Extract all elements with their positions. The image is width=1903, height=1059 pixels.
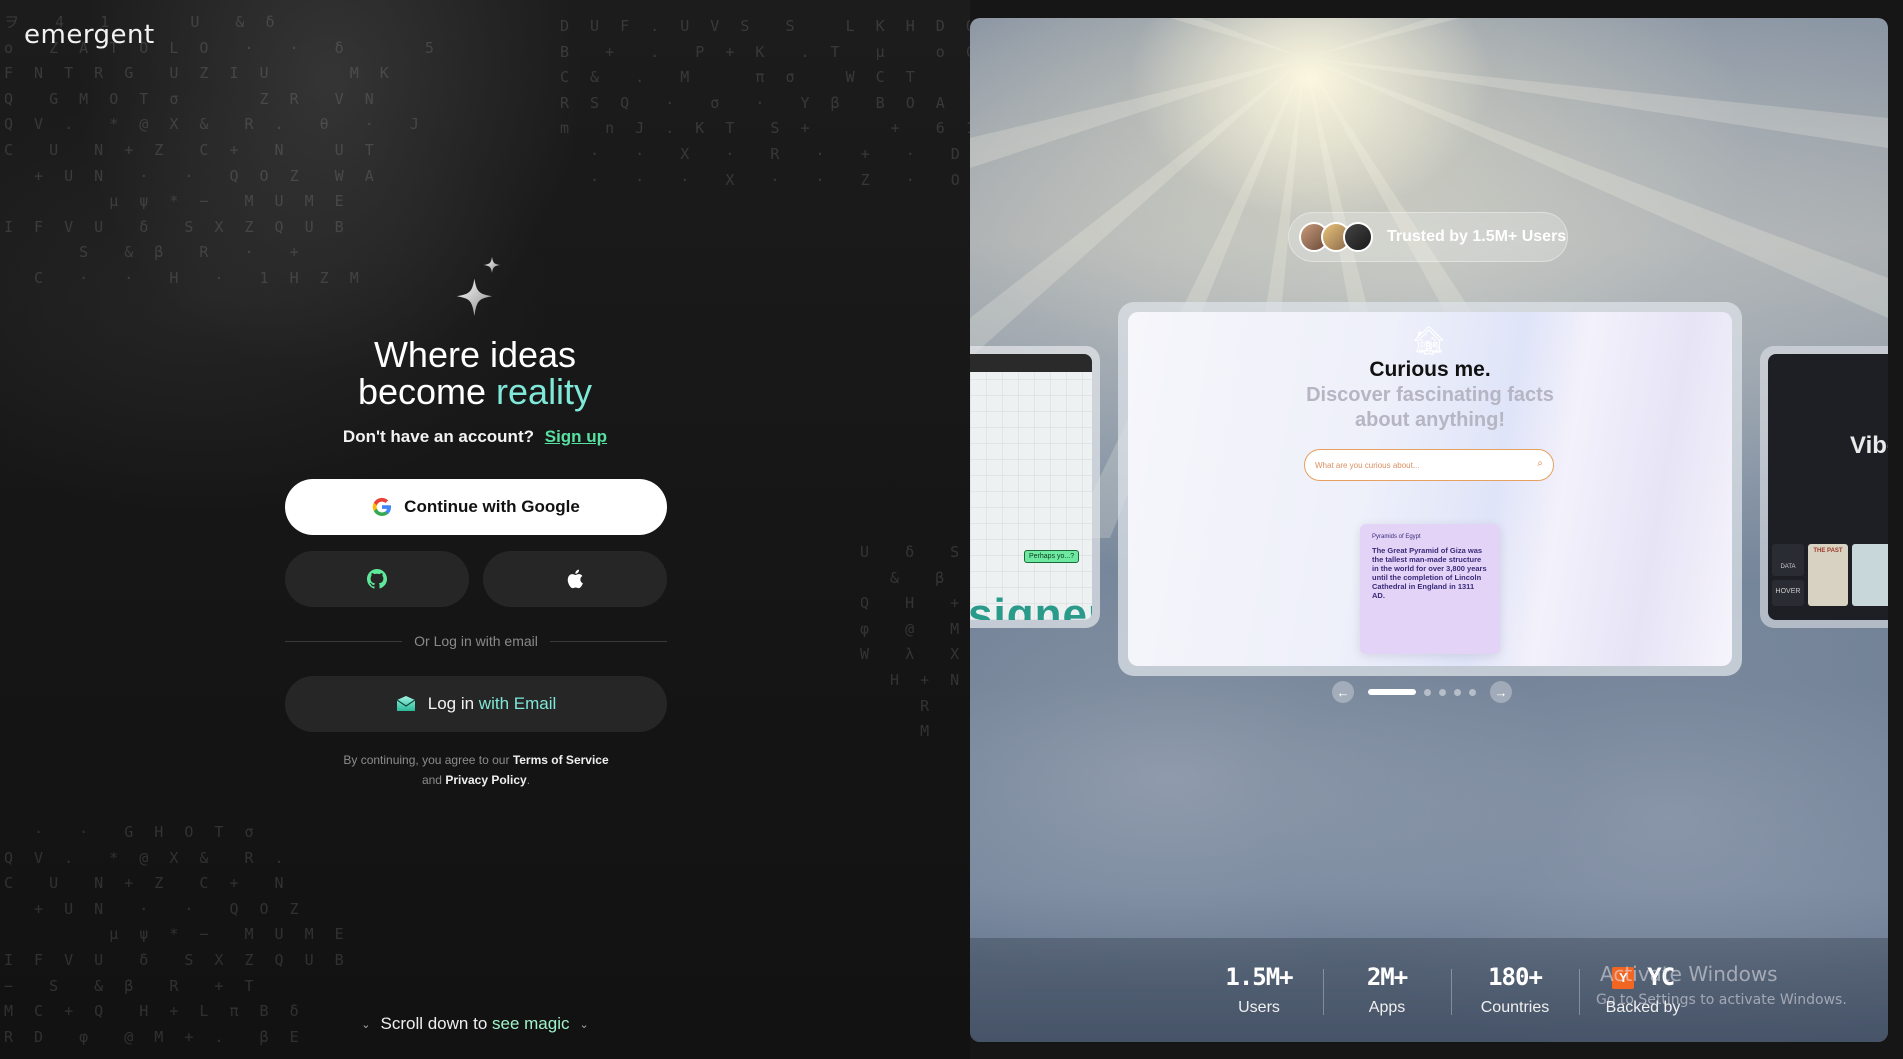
login-with-email-button[interactable]: Log in with Email bbox=[285, 676, 667, 732]
stat-label: Countries bbox=[1480, 999, 1550, 1016]
curious-title: Curious me. bbox=[1369, 358, 1491, 381]
trusted-text: Trusted by 1.5M+ Users bbox=[1387, 228, 1567, 245]
headline-line1: Where ideas bbox=[373, 334, 577, 375]
pager-dot-active[interactable] bbox=[1368, 689, 1416, 695]
terms-notice: By continuing, you agree to our Terms of… bbox=[285, 750, 667, 790]
scroll-hint-accent: see magic bbox=[492, 1014, 570, 1033]
signup-prompt: Don't have an account? bbox=[342, 427, 534, 446]
yc-logo-icon: Y bbox=[1611, 967, 1634, 989]
card-big-text: Vibe bbox=[1850, 432, 1888, 459]
avatar bbox=[1343, 222, 1373, 252]
github-login-button[interactable] bbox=[285, 551, 469, 607]
email-label-accent: with Email bbox=[478, 694, 557, 713]
apple-login-button[interactable] bbox=[483, 551, 667, 607]
google-icon bbox=[372, 497, 392, 517]
showcase-panel: Trusted by 1.5M+ Users Perhaps yo...? si… bbox=[970, 18, 1888, 1042]
scroll-hint-text: Scroll down to see magic bbox=[381, 1014, 570, 1034]
chat-bubble: Perhaps yo...? bbox=[1024, 550, 1080, 563]
pager-dot[interactable] bbox=[1439, 688, 1446, 696]
email-label-plain: Log in bbox=[427, 694, 475, 713]
trusted-badge: Trusted by 1.5M+ Users bbox=[1288, 212, 1568, 262]
matrix-background: · · G H O T σ Q V . * @ X & R . C U N + … bbox=[4, 823, 350, 1046]
stat-apps: 2M+ Apps bbox=[1323, 963, 1451, 1017]
google-button-label: Continue with Google bbox=[404, 497, 580, 516]
terms-of-service-link[interactable]: Terms of Service bbox=[513, 753, 609, 767]
pager-dot[interactable] bbox=[1454, 688, 1461, 696]
house-emoji-icon: 🏚 bbox=[1411, 325, 1447, 356]
tile-grid: DATA HOVER THE PAST bbox=[1772, 544, 1888, 614]
terms-prefix: By continuing, you agree to our bbox=[343, 753, 510, 767]
yc-text: YC bbox=[1647, 963, 1675, 991]
emergent-logo[interactable]: emergent bbox=[24, 20, 155, 50]
signup-link[interactable]: Sign up bbox=[545, 427, 607, 446]
stats-bar: 1.5M+ Users 2M+ Apps 180+ Countries Y YC… bbox=[970, 938, 1888, 1042]
showcase-card-active[interactable]: 🏚 Curious me. Discover fascinating facts… bbox=[1118, 302, 1742, 676]
scroll-hint[interactable]: ⌄ Scroll down to see magic ⌄ bbox=[330, 1014, 620, 1034]
fact-title: Pyramids of Egypt bbox=[1372, 534, 1421, 540]
chevron-down-icon: ⌄ bbox=[579, 1018, 589, 1031]
pager-dot[interactable] bbox=[1424, 688, 1431, 696]
search-icon: ⌕ bbox=[1537, 458, 1543, 469]
curious-subtitle: Discover fascinating facts about anythin… bbox=[1306, 384, 1554, 431]
arrow-left-icon[interactable]: ← bbox=[1332, 681, 1354, 703]
fact-body: The Great Pyramid of Giza was the talles… bbox=[1372, 546, 1487, 600]
curious-input-placeholder: What are you curious about... bbox=[1315, 460, 1420, 470]
signup-row: Don't have an account? Sign up bbox=[285, 427, 665, 447]
arrow-right-icon[interactable]: → bbox=[1490, 681, 1512, 703]
terms-suffix: . bbox=[526, 773, 531, 787]
card-preview: 🏚 Curious me. Discover fascinating facts… bbox=[1128, 312, 1732, 666]
headline-word-become: become bbox=[357, 371, 487, 412]
card-big-text: signer bbox=[970, 590, 1092, 620]
matrix-background: D U F . U V S S L K H D Q B + . P + K . … bbox=[560, 17, 970, 189]
stat-number: 2M+ bbox=[1366, 963, 1408, 991]
user-avatars bbox=[1299, 222, 1373, 252]
divider-text: Or Log in with email bbox=[414, 633, 538, 649]
divider-line bbox=[285, 640, 403, 642]
fact-card: Pyramids of Egypt The Great Pyramid of G… bbox=[1360, 524, 1500, 654]
stat-number: 1.5M+ bbox=[1225, 963, 1293, 991]
stat-backed-by: Y YC Backed by bbox=[1579, 963, 1707, 1017]
stat-users: 1.5M+ Users bbox=[1195, 963, 1323, 1017]
stat-label: Backed by bbox=[1605, 999, 1681, 1016]
showcase-card-next[interactable]: Vibe DATA HOVER THE PAST bbox=[1760, 346, 1888, 628]
carousel-pager: ← → bbox=[1332, 680, 1532, 704]
apple-icon bbox=[567, 569, 583, 589]
chevron-down-icon: ⌄ bbox=[361, 1018, 371, 1031]
scroll-hint-plain: Scroll down to bbox=[380, 1014, 488, 1033]
card-preview: Perhaps yo...? signer bbox=[970, 354, 1092, 620]
card-preview: Vibe DATA HOVER THE PAST bbox=[1768, 354, 1888, 620]
sparkle-logo-icon bbox=[456, 257, 500, 316]
stat-label: Users bbox=[1238, 999, 1280, 1016]
headline-word-reality: reality bbox=[496, 371, 593, 412]
stat-number: 180+ bbox=[1488, 963, 1543, 991]
terms-and: and bbox=[421, 773, 442, 787]
login-panel: ヲ 4 1 U & δ o Z A T O L O · · δ 5 F N T … bbox=[0, 0, 970, 1059]
tile-hover: HOVER bbox=[1772, 580, 1804, 606]
headline-line2: become reality bbox=[300, 373, 650, 411]
stat-number: Y YC bbox=[1579, 963, 1707, 991]
stat-countries: 180+ Countries bbox=[1451, 963, 1579, 1017]
continue-with-google-button[interactable]: Continue with Google bbox=[285, 479, 667, 535]
stat-label: Apps bbox=[1368, 999, 1406, 1016]
showcase-card-previous[interactable]: Perhaps yo...? signer bbox=[970, 346, 1100, 628]
matrix-background: U δ S & β Q H + φ @ M W λ X H + N R M bbox=[860, 543, 966, 741]
tile-data: DATA bbox=[1772, 544, 1804, 576]
curious-search-input: What are you curious about... ⌕ bbox=[1304, 449, 1554, 481]
matrix-background: ヲ 4 1 U & δ o Z A T O L O · · δ 5 F N T … bbox=[4, 13, 440, 287]
tile-the-past: THE PAST bbox=[1808, 544, 1848, 606]
divider-line bbox=[549, 640, 667, 642]
email-divider: Or Log in with email bbox=[285, 631, 667, 651]
github-icon bbox=[367, 569, 387, 589]
mail-icon bbox=[396, 696, 416, 711]
tile-image bbox=[1852, 544, 1888, 606]
email-button-label: Log in with Email bbox=[428, 694, 557, 714]
pager-dot[interactable] bbox=[1469, 688, 1476, 696]
privacy-policy-link[interactable]: Privacy Policy bbox=[445, 773, 526, 787]
